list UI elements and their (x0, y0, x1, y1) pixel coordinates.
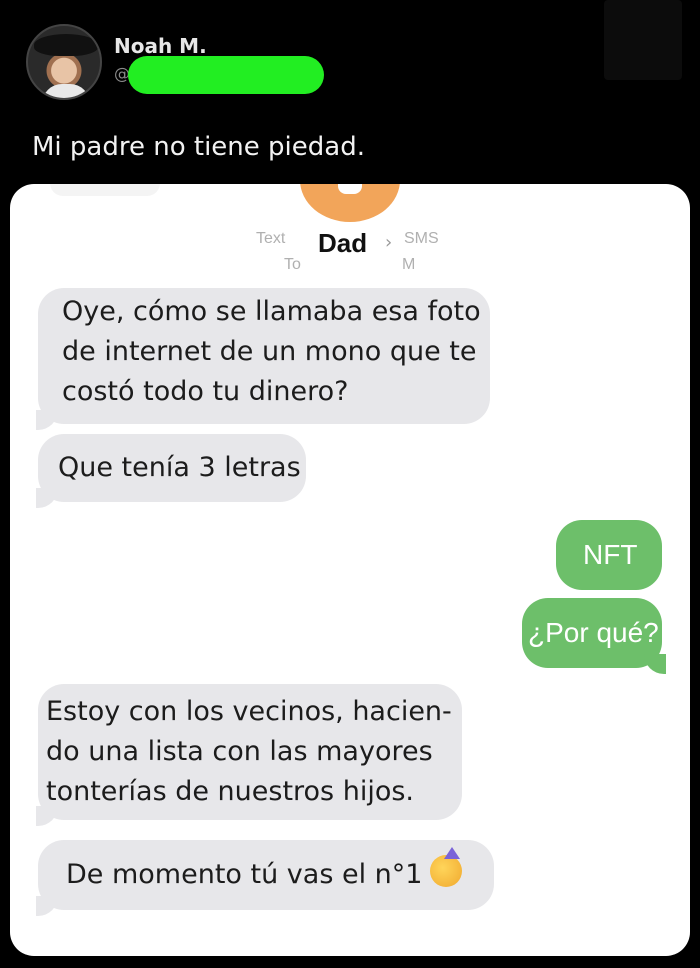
avatar-shirt (42, 84, 90, 98)
message-text: ¿Por qué? (528, 617, 659, 648)
message-text: Estoy con los vecinos, hacien-do una lis… (46, 696, 452, 807)
contact-name[interactable]: Dad (308, 224, 378, 263)
messages-screenshot: Text SMS To M Dad › Oye, cómo se llamaba… (10, 184, 690, 956)
bubble-tail (36, 806, 58, 826)
bubble-tail (36, 410, 58, 430)
avatar-hat (34, 34, 98, 56)
subheader-right-fragment: M (402, 256, 416, 273)
message-text: NFT (583, 539, 638, 570)
message-text: De momento tú vas el n°1 (66, 859, 423, 890)
handle-redaction (128, 56, 324, 94)
partying-face-icon (430, 847, 463, 887)
message-text: Que tenía 3 letras (58, 452, 301, 483)
header-left-fragment: Text (256, 230, 286, 247)
message-bubble-incoming[interactable]: De momento tú vas el n°1 (38, 840, 494, 910)
message-bubble-outgoing[interactable]: NFT (556, 520, 662, 590)
corner-dark-box (604, 0, 682, 80)
author-name[interactable]: Noah M. (114, 34, 207, 58)
message-bubble-incoming[interactable]: Oye, cómo se llamaba esa foto de interne… (38, 288, 490, 424)
contact-avatar (300, 184, 400, 222)
message-bubble-outgoing[interactable]: ¿Por qué? (522, 598, 662, 668)
subheader-left-fragment: To (284, 256, 301, 273)
message-bubble-incoming[interactable]: Estoy con los vecinos, hacien-do una lis… (38, 684, 462, 820)
bubble-tail (36, 488, 58, 508)
bubble-tail (644, 654, 666, 674)
blurred-element (50, 184, 160, 196)
header-right-fragment: SMS (404, 230, 439, 247)
author-avatar[interactable] (26, 24, 102, 100)
chevron-right-icon[interactable]: › (385, 232, 392, 253)
message-text: Oye, cómo se llamaba esa foto de interne… (62, 296, 481, 407)
bubble-tail (36, 896, 58, 916)
tweet-text: Mi padre no tiene piedad. (32, 132, 365, 162)
tweet-header: Noah M. @ (24, 0, 684, 112)
message-bubble-incoming[interactable]: Que tenía 3 letras (38, 434, 306, 502)
